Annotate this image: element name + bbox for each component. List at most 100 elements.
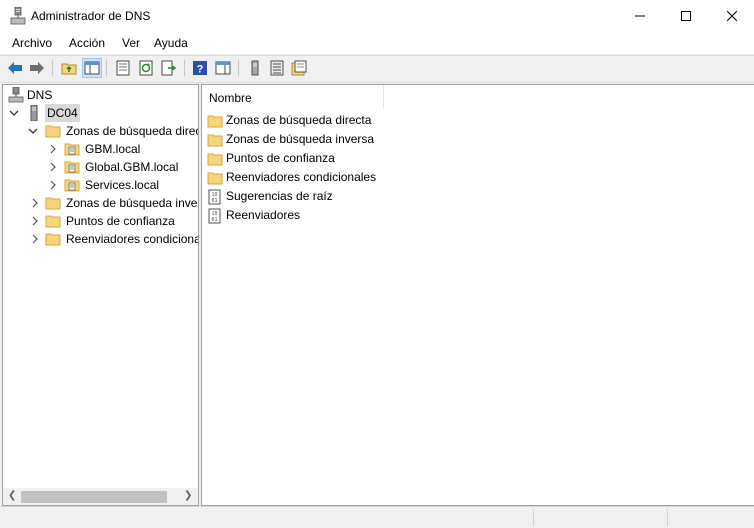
server-icon [30, 105, 38, 121]
folder-icon [207, 172, 223, 185]
server-icon [251, 60, 259, 76]
scroll-left-icon[interactable]: ❮ [8, 490, 16, 501]
status-bar-divider [533, 509, 534, 526]
back-arrow-icon [8, 62, 22, 74]
menu-ayuda[interactable]: Ayuda [154, 36, 188, 50]
tree-item-dns[interactable]: DNS [3, 86, 198, 104]
tree-item-forward-zones[interactable]: Zonas de búsqueda directa [3, 122, 198, 140]
folder-icon [207, 134, 223, 147]
toolbar: ? [0, 55, 754, 83]
results-list[interactable]: Nombre Zonas de búsqueda directa Zonas d… [201, 84, 754, 506]
tree-label-reverse-zones: Zonas de búsqueda inversa [66, 196, 198, 210]
dns-root-icon [8, 87, 24, 103]
menu-accion[interactable]: Acción [69, 36, 105, 50]
chevron-right-icon[interactable] [47, 176, 59, 194]
list-item-label: Puntos de confianza [226, 151, 335, 165]
tree-label-trust-points: Puntos de confianza [66, 214, 175, 228]
folder-icon [45, 215, 61, 228]
tree-item-conditional-forwarders[interactable]: Reenviadores condicionales [3, 230, 198, 248]
forward-button[interactable] [28, 59, 46, 77]
minimize-icon [635, 15, 645, 17]
dns-manager-icon [10, 7, 26, 25]
window-title: Administrador de DNS [31, 9, 151, 23]
tree-item-dc04[interactable]: DC04 [3, 104, 198, 122]
properties-icon: 1001 [208, 208, 221, 224]
properties-button[interactable] [114, 59, 132, 77]
menu-ver[interactable]: Ver [122, 36, 140, 50]
properties-icon: 1001 [208, 189, 221, 205]
export-list-icon [161, 60, 177, 76]
scroll-right-icon[interactable]: ❯ [184, 490, 192, 501]
help-button[interactable]: ? [191, 59, 209, 77]
list-item-label: Reenviadores condicionales [226, 170, 377, 184]
tree-label-forward-zones: Zonas de búsqueda directa [66, 124, 199, 138]
zone-icon [64, 179, 80, 192]
properties-sheet-icon [116, 60, 130, 76]
chevron-down-icon[interactable] [27, 122, 39, 140]
folder-up-icon [61, 63, 77, 75]
status-bar [0, 506, 754, 528]
maximize-icon [681, 11, 691, 21]
svg-text:?: ? [197, 64, 204, 76]
tree-label-dc04: DC04 [45, 104, 80, 122]
zone-icon [64, 161, 80, 174]
svg-text:01: 01 [211, 217, 217, 223]
folder-icon [45, 197, 61, 210]
toolbar-separator [52, 60, 53, 76]
folder-icon [207, 115, 223, 128]
console-tree-icon [84, 61, 100, 75]
chevron-down-icon[interactable] [8, 104, 20, 122]
server-button[interactable] [246, 59, 264, 77]
tree-item-zone[interactable]: Global.GBM.local [3, 158, 198, 176]
toolbar-separator [238, 60, 239, 76]
folder-icon [207, 153, 223, 166]
tree-label-zone: Global.GBM.local [85, 160, 179, 174]
tree-label-zone: Services.local [85, 178, 160, 192]
tree-item-zone[interactable]: GBM.local [3, 140, 198, 158]
tree-label-conditional-forwarders: Reenviadores condicionales [66, 232, 198, 246]
refresh-button[interactable] [137, 59, 155, 77]
maximize-button[interactable] [663, 0, 709, 32]
refresh-icon [139, 60, 153, 76]
help-icon: ? [193, 61, 207, 76]
tree-item-reverse-zones[interactable]: Zonas de búsqueda inversa [3, 194, 198, 212]
chevron-right-icon[interactable] [47, 140, 59, 158]
chevron-right-icon[interactable] [47, 158, 59, 176]
column-header-name[interactable]: Nombre [202, 85, 384, 109]
console-tree[interactable]: DNS DC04 Zonas de búsqueda directa GBM.l… [2, 84, 199, 506]
forward-arrow-icon [30, 62, 44, 74]
tree-label-zone: GBM.local [85, 142, 141, 156]
scrollbar-thumb[interactable] [21, 491, 167, 503]
chevron-right-icon[interactable] [29, 194, 41, 212]
title-bar: Administrador de DNS [0, 0, 754, 32]
chevron-right-icon[interactable] [29, 230, 41, 248]
record-list-button[interactable] [268, 59, 286, 77]
export-list-button[interactable] [160, 59, 178, 77]
close-button[interactable] [709, 0, 754, 32]
close-icon [727, 11, 737, 21]
list-item-label: Reenviadores [226, 208, 301, 222]
folder-icon [45, 125, 61, 138]
record-list-icon [270, 60, 284, 76]
list-item-label: Zonas de búsqueda directa [226, 113, 372, 127]
status-bar-divider [667, 509, 668, 526]
menu-archivo[interactable]: Archivo [12, 36, 52, 50]
column-header-label: Nombre [209, 91, 252, 105]
zone-records-icon [291, 60, 307, 76]
show-hide-console-tree-button[interactable] [82, 58, 102, 78]
zone-icon [64, 143, 80, 156]
tree-item-trust-points[interactable]: Puntos de confianza [3, 212, 198, 230]
zone-records-button[interactable] [290, 59, 308, 77]
show-action-pane-button[interactable] [214, 59, 232, 77]
list-item-label: Zonas de búsqueda inversa [226, 132, 375, 146]
chevron-right-icon[interactable] [29, 212, 41, 230]
up-level-button[interactable] [60, 59, 78, 77]
back-button[interactable] [6, 59, 24, 77]
menu-bar: Archivo Acción Ver Ayuda [0, 32, 754, 54]
action-pane-icon [215, 61, 231, 75]
toolbar-separator [106, 60, 107, 76]
tree-horizontal-scrollbar[interactable]: ❮ ❯ [3, 488, 198, 505]
folder-icon [45, 233, 61, 246]
minimize-button[interactable] [617, 0, 663, 32]
tree-item-zone[interactable]: Services.local [3, 176, 198, 194]
